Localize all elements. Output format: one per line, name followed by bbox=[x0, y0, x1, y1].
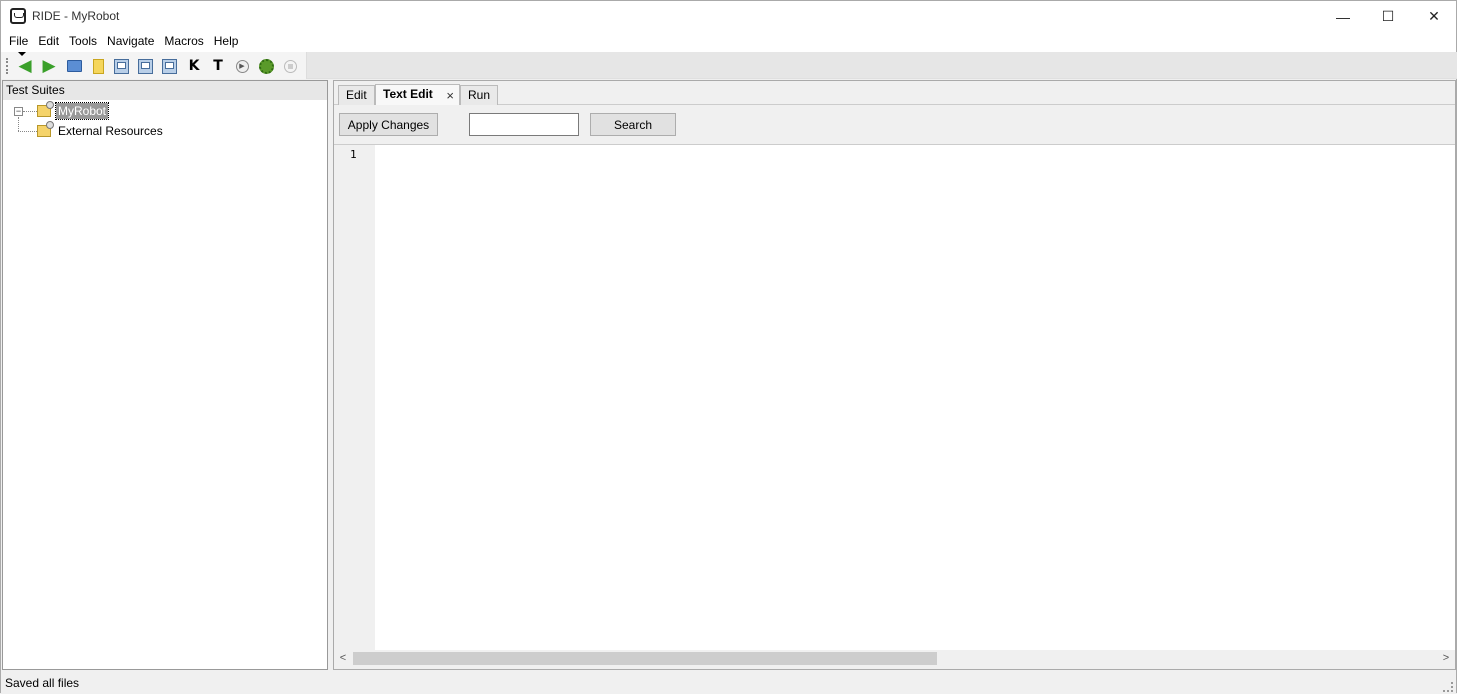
tab-label: Text Edit bbox=[383, 87, 433, 101]
tab-run[interactable]: Run bbox=[460, 85, 498, 105]
scroll-left-icon[interactable]: < bbox=[336, 651, 350, 665]
ride-app-icon bbox=[10, 8, 26, 24]
app-window: RIDE - MyRobot — ☐ ✕ File Edit Tools Nav… bbox=[0, 0, 1457, 694]
tree-connector bbox=[18, 117, 19, 131]
menu-tools[interactable]: Tools bbox=[64, 32, 102, 52]
stop-icon[interactable] bbox=[281, 57, 299, 75]
debug-icon[interactable] bbox=[257, 57, 275, 75]
menu-macros[interactable]: Macros bbox=[159, 32, 208, 52]
close-tab-icon[interactable]: × bbox=[446, 88, 454, 103]
run-icon[interactable]: ▶ bbox=[233, 57, 251, 75]
menu-file[interactable]: File bbox=[4, 32, 33, 52]
toolbar: ◀ ▶ K T ▶ bbox=[1, 52, 1457, 79]
text-edit-toolbar: Apply Changes Search bbox=[334, 106, 1455, 144]
save-as-icon[interactable] bbox=[160, 57, 178, 75]
toolbar-grip[interactable] bbox=[6, 58, 8, 74]
save-glyph bbox=[113, 58, 129, 74]
search-keywords-icon[interactable]: K bbox=[185, 57, 203, 75]
save-icon[interactable] bbox=[112, 57, 130, 75]
new-file-icon[interactable] bbox=[89, 57, 107, 75]
new-file-glyph bbox=[92, 58, 104, 74]
scroll-thumb[interactable] bbox=[353, 652, 937, 665]
minimize-button[interactable]: — bbox=[1320, 1, 1366, 32]
maximize-button[interactable]: ☐ bbox=[1365, 1, 1411, 32]
tree-node-external-resources[interactable]: External Resources bbox=[37, 121, 165, 140]
run-glyph: ▶ bbox=[235, 59, 249, 73]
suite-folder-icon bbox=[37, 101, 54, 117]
tree-node-label: MyRobot bbox=[54, 102, 110, 120]
title-bar: RIDE - MyRobot — ☐ ✕ bbox=[1, 1, 1456, 32]
tab-text-edit[interactable]: Text Edit × bbox=[375, 84, 460, 105]
debug-glyph bbox=[258, 58, 274, 74]
tree-connector bbox=[23, 111, 37, 112]
horizontal-scrollbar[interactable]: < > bbox=[334, 650, 1455, 667]
back-icon[interactable]: ◀ bbox=[16, 56, 34, 75]
toolbar-strip: ◀ ▶ K T ▶ bbox=[1, 52, 307, 79]
resource-folder-icon bbox=[37, 121, 54, 137]
scroll-right-icon[interactable]: > bbox=[1439, 651, 1453, 665]
save-all-glyph bbox=[137, 58, 153, 74]
close-button[interactable]: ✕ bbox=[1411, 1, 1457, 32]
menu-edit[interactable]: Edit bbox=[33, 32, 64, 52]
menu-help[interactable]: Help bbox=[209, 32, 244, 52]
apply-changes-button[interactable]: Apply Changes bbox=[339, 113, 438, 136]
stop-glyph bbox=[283, 59, 297, 73]
text-editor[interactable]: 1 bbox=[334, 144, 1455, 650]
status-bar: Saved all files bbox=[1, 672, 1456, 694]
search-input[interactable] bbox=[469, 113, 579, 136]
line-number: 1 bbox=[350, 148, 357, 161]
search-button[interactable]: Search bbox=[590, 113, 676, 136]
save-as-glyph bbox=[161, 58, 177, 74]
menu-navigate[interactable]: Navigate bbox=[102, 32, 159, 52]
menu-bar: File Edit Tools Navigate Macros Help bbox=[1, 32, 1456, 52]
editor-panel: Edit Text Edit × Run Apply Changes Searc… bbox=[333, 80, 1456, 670]
status-text: Saved all files bbox=[5, 676, 80, 690]
open-folder-icon[interactable] bbox=[65, 57, 83, 75]
line-number-gutter: 1 bbox=[334, 145, 375, 650]
collapse-toggle-icon[interactable]: − bbox=[14, 107, 23, 116]
tab-edit[interactable]: Edit bbox=[338, 85, 375, 105]
open-folder-glyph bbox=[66, 60, 82, 72]
resize-grip-icon[interactable] bbox=[1443, 682, 1453, 692]
forward-icon[interactable]: ▶ bbox=[40, 56, 58, 75]
window-title: RIDE - MyRobot bbox=[32, 9, 120, 23]
tree-node-myrobot[interactable]: MyRobot bbox=[37, 101, 110, 120]
search-tests-icon[interactable]: T bbox=[209, 57, 227, 75]
test-suites-panel: Test Suites − MyRobot External Resources bbox=[2, 80, 328, 670]
test-suites-header: Test Suites bbox=[3, 81, 327, 100]
tree-node-label: External Resources bbox=[58, 124, 163, 138]
tree-connector bbox=[18, 131, 37, 132]
save-all-icon[interactable] bbox=[136, 57, 154, 75]
editor-tabs: Edit Text Edit × Run bbox=[334, 81, 1455, 105]
